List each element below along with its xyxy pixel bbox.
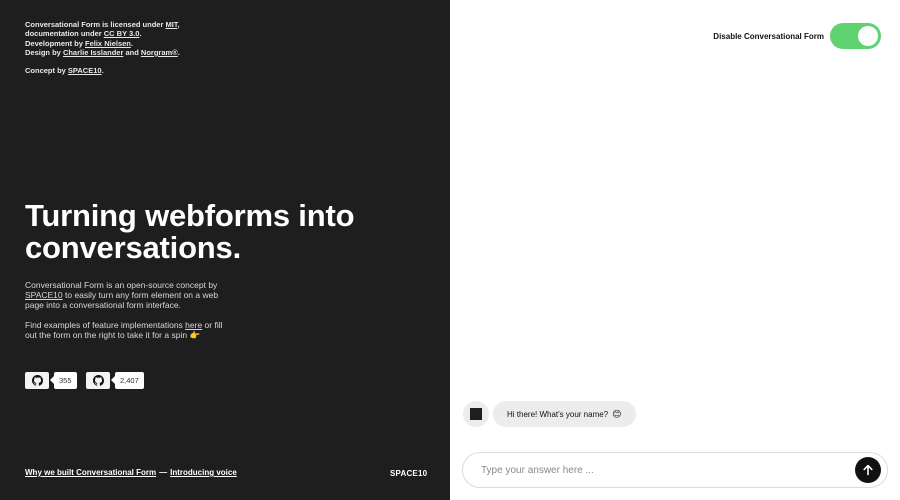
- chat-input-bar: [462, 452, 888, 488]
- examples-here-link[interactable]: here: [185, 320, 202, 330]
- norgram-link[interactable]: Norgram®: [141, 48, 178, 57]
- answer-input[interactable]: [481, 461, 831, 479]
- github-star-button[interactable]: [25, 372, 49, 389]
- footer-separator: —: [159, 468, 168, 477]
- hero-title: Turning webforms into conversations.: [25, 200, 425, 264]
- github-stars: 355: [25, 372, 77, 389]
- credits-development: Development by Felix Nielsen.: [25, 38, 133, 48]
- toggle-label: Disable Conversational Form: [713, 32, 824, 41]
- credits-concept: Concept by SPACE10.: [25, 66, 104, 76]
- hero-line-2: conversations.: [25, 230, 242, 265]
- credits-license: Conversational Form is licensed under MI…: [25, 20, 180, 29]
- bot-message-bubble: Hi there! What's your name? 😊: [493, 401, 636, 427]
- smile-emoji: 😊: [612, 408, 622, 419]
- credits-design: Design by Charlie Isslander and Norgram®…: [25, 47, 180, 57]
- intro-paragraph-2: Find examples of feature implementations…: [25, 319, 223, 340]
- introducing-voice-link[interactable]: Introducing voice: [170, 468, 237, 477]
- hero-line-1: Turning webforms into: [25, 198, 355, 233]
- footer-links: Why we built Conversational Form — Introdu…: [25, 468, 237, 477]
- space10-concept-link[interactable]: SPACE10: [68, 66, 102, 75]
- space10-logo[interactable]: SPACE10: [390, 469, 427, 478]
- github-fork-button[interactable]: [86, 372, 110, 389]
- bot-avatar: [463, 401, 489, 427]
- credits-docs: documentation under CC BY 3.0.: [25, 29, 142, 39]
- send-button[interactable]: [855, 457, 881, 483]
- github-forks: 2,407: [86, 372, 144, 389]
- bot-square-icon: [470, 408, 482, 420]
- bot-message-text: Hi there! What's your name?: [507, 409, 609, 419]
- arrow-up-icon: [863, 464, 873, 476]
- charlie-isslander-link[interactable]: Charlie Isslander: [63, 48, 123, 57]
- chat-panel: Disable Conversational Form Hi there! Wh…: [450, 0, 900, 500]
- intro-paragraph-1: Conversational Form is an open-source co…: [25, 280, 219, 311]
- github-icon: [31, 375, 43, 386]
- info-panel: Conversational Form is licensed under MI…: [0, 0, 450, 500]
- disable-form-toggle[interactable]: [830, 23, 881, 49]
- credits: Conversational Form is licensed under MI…: [25, 20, 225, 75]
- github-fork-count[interactable]: 2,407: [111, 372, 144, 389]
- toggle-knob: [858, 26, 878, 46]
- github-star-count[interactable]: 355: [50, 372, 77, 389]
- cc-by-link[interactable]: CC BY 3.0: [104, 29, 140, 38]
- felix-nielsen-link[interactable]: Felix Nielsen: [85, 39, 131, 48]
- mit-link[interactable]: MIT: [165, 20, 177, 29]
- pointing-hand-emoji: 👉: [189, 329, 201, 340]
- github-icon: [92, 375, 104, 386]
- why-we-built-link[interactable]: Why we built Conversational Form: [25, 468, 156, 477]
- intro-text: Conversational Form is an open-source co…: [25, 280, 235, 340]
- space10-intro-link[interactable]: SPACE10: [25, 290, 63, 300]
